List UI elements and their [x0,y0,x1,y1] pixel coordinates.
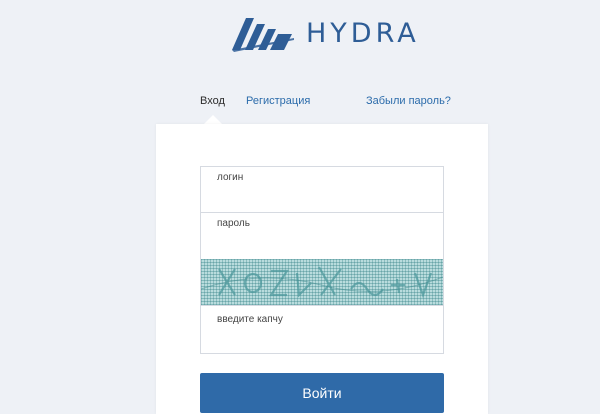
login-field-group: логин [201,167,443,213]
captcha-image [201,259,443,305]
password-field-group: пароль [201,213,443,259]
active-tab-pointer [204,115,222,124]
auth-tabs: Вход Регистрация Забыли пароль? [0,95,600,115]
login-input[interactable] [201,167,443,212]
tab-register[interactable]: Регистрация [246,95,310,107]
hydra-stripes-logo-icon [232,18,294,52]
tab-login[interactable]: Вход [200,95,225,107]
brand-name: HYDRA [306,18,420,49]
forgot-password-link[interactable]: Забыли пароль? [366,95,451,107]
password-input[interactable] [201,213,443,259]
login-form: логин пароль введите капчу [200,166,444,354]
captcha-noise-graphic [201,266,443,299]
brand-logo: HYDRA [232,14,422,56]
captcha-input[interactable] [201,306,443,353]
login-submit-button[interactable]: Войти [200,373,444,413]
captcha-field-group: введите капчу [201,305,443,353]
